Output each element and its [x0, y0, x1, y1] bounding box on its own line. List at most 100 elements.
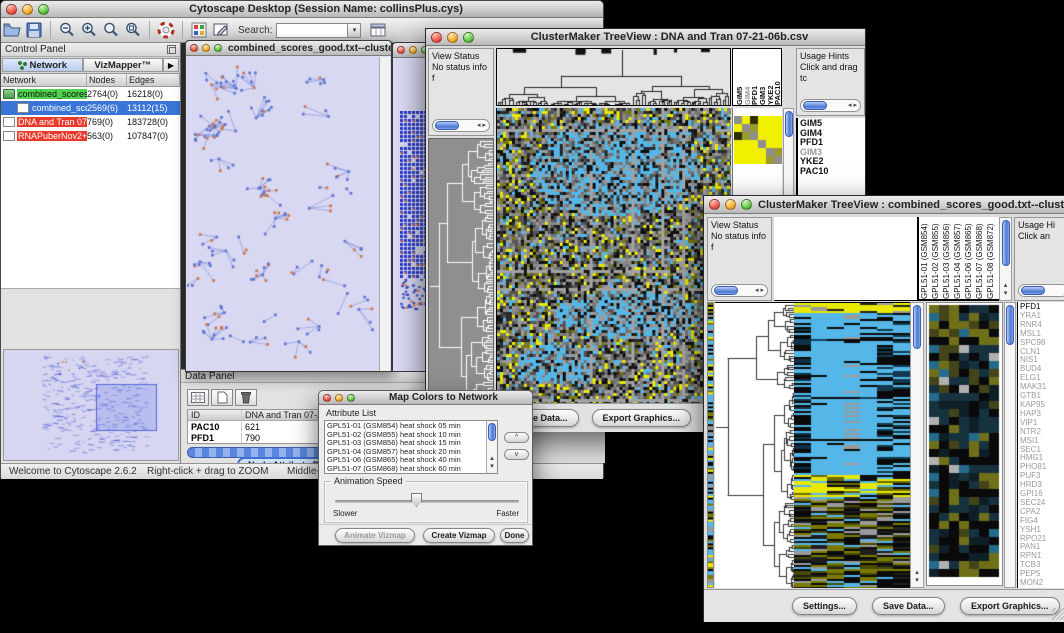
create-vizmap-button[interactable]: Create Vizmap [423, 528, 495, 543]
minimize-button[interactable] [725, 199, 736, 210]
array-label[interactable]: GPL51-01 (GSM854) [920, 217, 931, 299]
horizontal-scrollbar[interactable] [1018, 284, 1064, 297]
tab-overflow-arrow[interactable]: ▶ [163, 58, 179, 72]
attribute-list-item[interactable]: GPL51-07 (GSM868) heat shock 60 min [327, 465, 485, 474]
close-button[interactable] [431, 32, 442, 43]
network-table-row[interactable]: RNAPuberNov2+ 563(0) 107847(0) [1, 129, 180, 143]
tab-vizmapper[interactable]: VizMapper™ [83, 58, 164, 72]
scroll-right-icon[interactable]: ▸ [481, 122, 487, 129]
horizontal-scrollbar[interactable]: ◂ ▸ [711, 284, 768, 297]
save-data-button[interactable]: Save Data... [872, 597, 945, 615]
network-overview-panel[interactable] [3, 349, 179, 461]
minimize-button[interactable] [335, 394, 343, 402]
array-label[interactable]: PFD1 [750, 49, 758, 105]
close-button[interactable] [709, 199, 720, 210]
array-label[interactable]: GPL51-08 (GSM872) [986, 217, 997, 299]
maximize-button[interactable] [347, 394, 355, 402]
vertical-scrollbar[interactable]: ▴ ▾ [910, 302, 924, 588]
scroll-up-icon[interactable]: ▴ [490, 455, 494, 463]
array-label[interactable]: GIM5 [735, 49, 743, 105]
network-table-row[interactable]: combined_scores 2764(0) 16218(0) [1, 87, 180, 101]
close-button[interactable] [190, 44, 198, 52]
search-input[interactable] [276, 23, 348, 38]
minimize-button[interactable] [447, 32, 458, 43]
horizontal-scrollbar[interactable]: ◂ ▸ [800, 99, 861, 112]
maximize-button[interactable] [214, 44, 222, 52]
network-view-canvas[interactable] [187, 57, 380, 371]
heatmap-canvas[interactable] [496, 108, 731, 403]
annotation-icon[interactable] [210, 20, 232, 40]
scroll-down-icon[interactable]: ▾ [490, 463, 494, 471]
scroll-right-icon[interactable]: ▸ [852, 102, 858, 109]
scroll-down-icon[interactable]: ▾ [915, 577, 919, 585]
zoom-in-icon[interactable] [78, 20, 100, 40]
zoom-selected-icon[interactable] [122, 20, 144, 40]
scroll-down-icon[interactable]: ▾ [1004, 290, 1008, 298]
vertical-scrollbar[interactable] [1004, 302, 1016, 588]
move-up-button[interactable]: ^ [504, 432, 529, 443]
global-overview-strip-canvas[interactable] [707, 302, 714, 588]
speed-slider-thumb[interactable] [411, 493, 422, 507]
gene-label[interactable]: MON2 [1020, 579, 1064, 588]
vertical-scrollbar[interactable]: ▴ ▾ [999, 217, 1012, 301]
array-label[interactable]: GPL51-03 (GSM856) [942, 217, 953, 299]
array-label[interactable]: GPL51-07 (GSM868) [975, 217, 986, 299]
dialog-titlebar[interactable]: Map Colors to Network [319, 391, 532, 405]
minimize-button[interactable] [409, 46, 417, 54]
network-overview-canvas[interactable] [4, 350, 178, 460]
horizontal-scrollbar[interactable]: ◂ ▸ [432, 119, 490, 132]
network-view-titlebar[interactable]: combined_scores_good.txt--cluste... [186, 41, 391, 56]
close-button[interactable] [323, 394, 331, 402]
zoom-out-icon[interactable] [56, 20, 78, 40]
search-dropdown-arrow[interactable]: ▾ [348, 23, 361, 38]
gene-label[interactable]: PAC10 [800, 167, 865, 177]
network-table-row[interactable]: combined_sco 2569(6) 13112(15) [1, 101, 180, 115]
main-titlebar[interactable]: Cytoscape Desktop (Session Name: collins… [1, 1, 603, 18]
settings-button[interactable]: Settings... [792, 597, 857, 615]
scrollbar-thumb[interactable] [785, 111, 793, 137]
array-label[interactable]: PAC10 [773, 49, 781, 105]
new-attribute-icon[interactable] [211, 389, 233, 406]
treeview1-titlebar[interactable]: ClusterMaker TreeView : DNA and Tran 07-… [426, 29, 865, 46]
scroll-up-icon[interactable]: ▴ [1004, 282, 1008, 290]
open-folder-icon[interactable] [1, 20, 23, 40]
vizmapper-icon[interactable] [188, 20, 210, 40]
gene-dendrogram-canvas[interactable] [715, 302, 794, 588]
treeview2-titlebar[interactable]: ClusterMaker TreeView : combined_scores_… [704, 196, 1064, 214]
scrollbar-thumb[interactable] [1021, 286, 1045, 295]
speed-slider[interactable] [335, 500, 519, 503]
array-dendrogram-canvas[interactable] [496, 48, 731, 106]
done-button[interactable]: Done [500, 528, 529, 543]
delete-attribute-icon[interactable] [235, 389, 257, 406]
export-graphics-button[interactable]: Export Graphics... [960, 597, 1060, 615]
scroll-right-icon[interactable]: ▸ [759, 287, 765, 294]
move-down-button[interactable]: v [504, 449, 529, 460]
array-label[interactable]: GPL51-04 (GSM857) [953, 217, 964, 299]
gene-dendrogram-canvas[interactable] [428, 138, 494, 403]
array-label[interactable]: GIM3 [758, 49, 766, 105]
close-button[interactable] [6, 4, 17, 15]
table-icon[interactable] [367, 20, 389, 40]
correlation-matrix-canvas[interactable] [734, 116, 782, 164]
scrollbar-thumb[interactable] [913, 305, 921, 349]
resize-grip[interactable] [1052, 608, 1064, 620]
help-lifesaver-icon[interactable] [155, 20, 177, 40]
scrollbar-thumb[interactable] [1006, 305, 1014, 345]
tab-network[interactable]: Network [2, 58, 83, 72]
close-button[interactable] [397, 46, 405, 54]
float-panel-icon[interactable] [167, 45, 176, 54]
attribute-select-icon[interactable] [187, 389, 209, 406]
heatmap-canvas[interactable] [794, 302, 910, 588]
animate-vizmap-button[interactable]: Animate Vizmap [335, 528, 415, 543]
zoom-heatmap-canvas[interactable] [926, 302, 1003, 586]
scrollbar-thumb[interactable] [488, 423, 496, 441]
scrollbar-thumb[interactable] [803, 101, 827, 110]
array-label[interactable]: GPL51-02 (GSM855) [931, 217, 942, 299]
network-view-scrollbar[interactable] [379, 57, 390, 371]
export-graphics-button[interactable]: Export Graphics... [592, 409, 692, 427]
array-label[interactable]: GPL51-06 (GSM865) [964, 217, 975, 299]
maximize-button[interactable] [38, 4, 49, 15]
minimize-button[interactable] [22, 4, 33, 15]
maximize-button[interactable] [741, 199, 752, 210]
save-icon[interactable] [23, 20, 45, 40]
